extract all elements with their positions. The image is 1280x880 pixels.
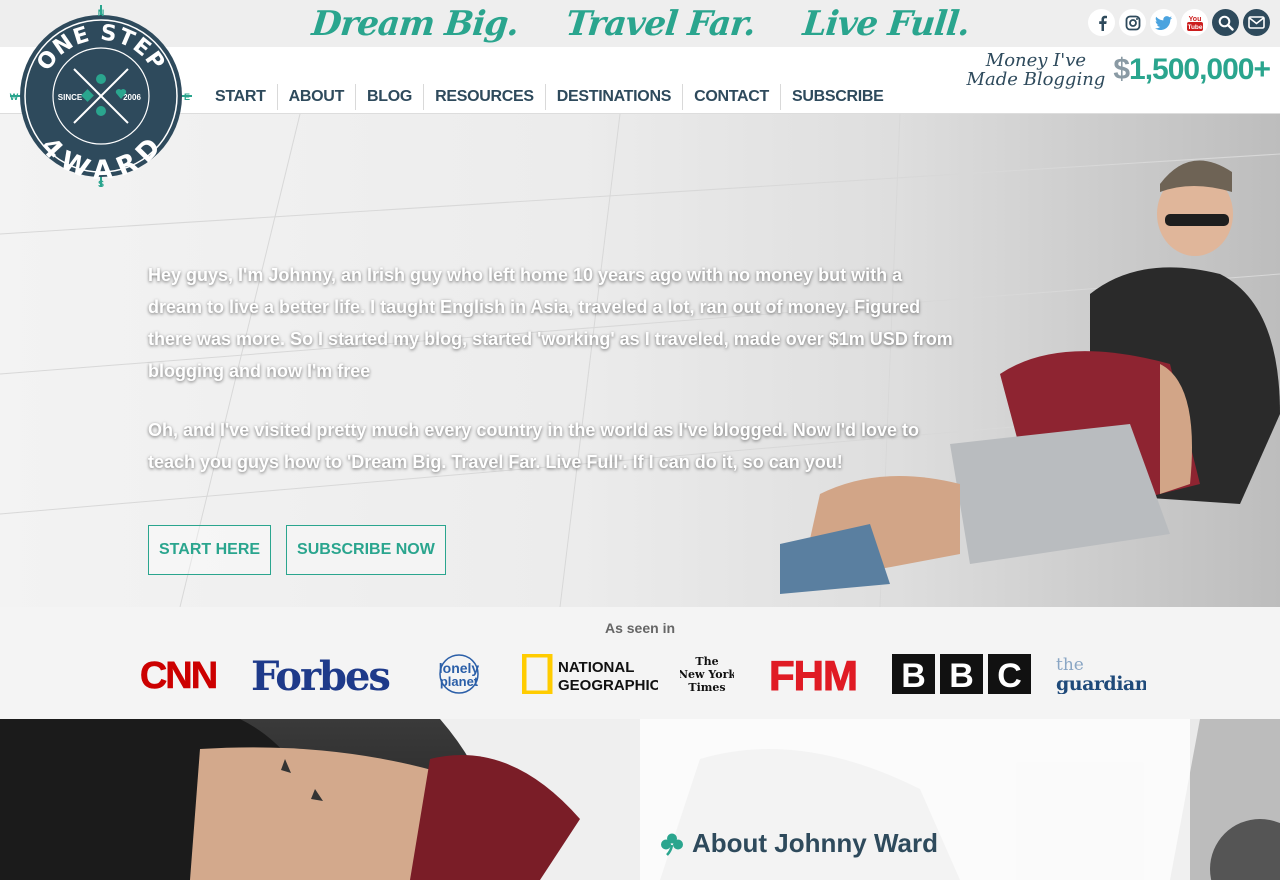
shamrock-icon xyxy=(661,833,683,856)
logo-compass-s: S xyxy=(98,179,104,189)
bbc-letter-3: C xyxy=(997,657,1022,694)
logo-compass-n: N xyxy=(98,8,105,18)
money-label: Money I've Made Blogging xyxy=(967,51,1106,89)
tagline-live-full: Live Full. xyxy=(800,3,971,44)
twitter-icon[interactable] xyxy=(1150,9,1177,36)
money-label-line2: Made Blogging xyxy=(966,69,1106,90)
youtube-icon[interactable]: You Tube xyxy=(1181,9,1208,36)
instagram-icon[interactable] xyxy=(1119,9,1146,36)
natgeo-line2: GEOGRAPHIC xyxy=(558,677,658,694)
nav-about[interactable]: ABOUT xyxy=(278,84,357,110)
hero-paragraph-1: Hey guys, I'm Johnny, an Irish guy who l… xyxy=(148,265,953,381)
main-nav: START ABOUT BLOG RESOURCES DESTINATIONS … xyxy=(204,84,895,110)
cnn-text: CNN xyxy=(140,655,216,694)
nav-subscribe[interactable]: SUBSCRIBE xyxy=(781,84,895,110)
about-photo-left xyxy=(0,719,640,880)
money-value: 1,500,000+ xyxy=(1129,53,1271,86)
hero-paragraph-2: Oh, and I've visited pretty much every c… xyxy=(148,420,919,472)
forbes-text: Forbes xyxy=(251,653,389,696)
logo-year: 2006 xyxy=(123,93,141,102)
as-seen-in-section: As seen in CNN Forbes lonely planet NATI… xyxy=(0,607,1280,719)
site-logo[interactable]: ONE STEP 4WARD SINCE 2006 N S E W xyxy=(8,3,194,189)
guardian-line1: the xyxy=(1056,655,1084,675)
guardian-line2: guardian xyxy=(1056,673,1146,694)
logo-compass-w: W xyxy=(10,92,19,102)
logo-since: SINCE xyxy=(58,93,83,102)
national-geographic-logo[interactable]: NATIONAL GEOGRAPHIC xyxy=(522,654,658,694)
mail-icon[interactable] xyxy=(1243,9,1270,36)
nav-blog[interactable]: BLOG xyxy=(356,84,425,110)
new-york-times-logo[interactable]: The New York Times xyxy=(680,654,734,694)
lonely-planet-line2: planet xyxy=(440,674,479,689)
cnn-logo[interactable]: CNN xyxy=(136,654,220,694)
svg-text:You: You xyxy=(1188,16,1201,23)
bbc-letter-1: B xyxy=(901,657,926,694)
nav-start[interactable]: START xyxy=(204,84,278,110)
social-icons: You Tube xyxy=(1088,9,1270,36)
lonely-planet-logo[interactable]: lonely planet xyxy=(418,654,500,694)
tagline-travel-far: Travel Far. xyxy=(563,3,757,44)
bbc-logo[interactable]: B B C xyxy=(892,654,1032,694)
search-icon[interactable] xyxy=(1212,9,1239,36)
nav-destinations[interactable]: DESTINATIONS xyxy=(546,84,684,110)
fhm-logo[interactable]: FHM xyxy=(758,654,868,694)
nyt-line2: New York xyxy=(680,668,734,681)
nav-contact[interactable]: CONTACT xyxy=(683,84,782,110)
start-here-button[interactable]: START HERE xyxy=(148,525,272,575)
nyt-line3: Times xyxy=(688,681,725,694)
about-title-text: About Johnny Ward xyxy=(692,828,939,858)
money-currency: $ xyxy=(1113,53,1130,86)
tagline-dream-big: Dream Big. xyxy=(309,3,520,44)
forbes-logo[interactable]: Forbes xyxy=(242,653,398,696)
svg-text:Tube: Tube xyxy=(1187,24,1202,31)
nyt-line1: The xyxy=(695,655,718,668)
guardian-logo[interactable]: the guardian xyxy=(1054,654,1146,694)
as-seen-in-title: As seen in xyxy=(604,620,676,636)
subscribe-now-button[interactable]: SUBSCRIBE NOW xyxy=(286,525,446,575)
natgeo-line1: NATIONAL xyxy=(558,659,634,676)
about-heading: About Johnny Ward xyxy=(660,828,938,859)
money-label-line1: Money I've xyxy=(985,50,1087,71)
money-amount: $1,500,000+ xyxy=(1113,53,1271,87)
hero-buttons: START HERE SUBSCRIBE NOW xyxy=(148,525,446,575)
logo-compass-e: E xyxy=(184,92,190,102)
hero-intro: Hey guys, I'm Johnny, an Irish guy who l… xyxy=(148,259,958,505)
bbc-letter-2: B xyxy=(949,657,974,694)
fhm-text: FHM xyxy=(769,654,857,694)
nav-resources[interactable]: RESOURCES xyxy=(424,84,546,110)
money-counter: Money I've Made Blogging $1,500,000+ xyxy=(967,51,1271,89)
facebook-icon[interactable] xyxy=(1088,9,1115,36)
